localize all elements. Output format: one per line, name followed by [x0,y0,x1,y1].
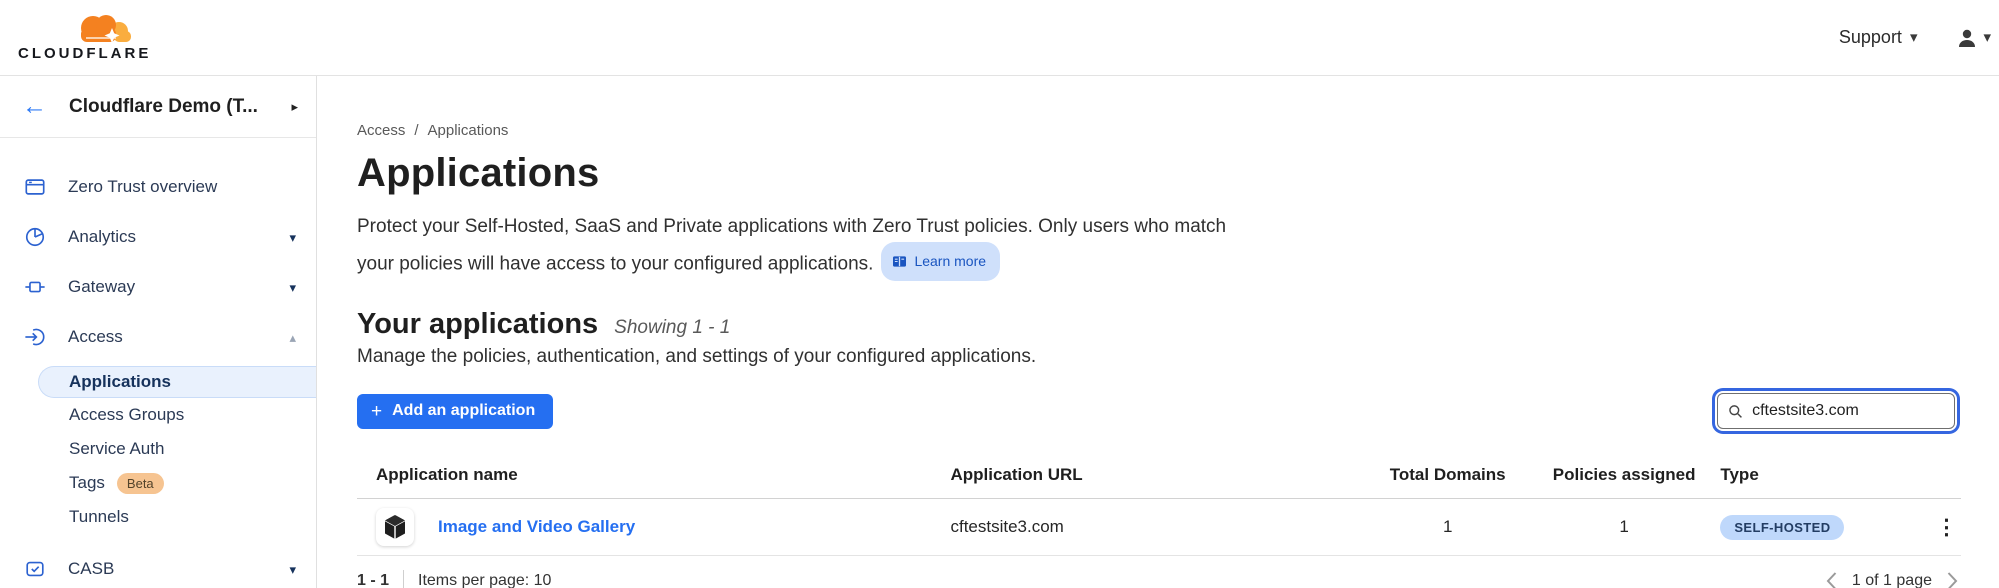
sidebar-item-label: Access [68,327,289,347]
type-badge: SELF-HOSTED [1720,515,1844,540]
column-policies-assigned: Policies assigned [1528,465,1720,485]
search-input[interactable] [1752,402,1944,420]
add-application-button[interactable]: + Add an application [357,394,553,429]
page-title: Applications [357,151,1961,196]
chevron-down-icon: ▾ [289,231,296,244]
account-switcher: ← Cloudflare Demo (T... ▸ [0,76,316,138]
toolbar: + Add an application [357,393,1961,429]
application-url-cell: cftestsite3.com [950,517,1367,537]
app-cube-icon [376,508,414,546]
section-subtitle: Manage the policies, authentication, and… [357,346,1961,368]
pager: 1 of 1 page [1825,571,1959,588]
chevron-down-icon: ▾ [1910,30,1918,45]
add-application-label: Add an application [392,402,535,420]
breadcrumb-access[interactable]: Access [357,122,405,139]
book-icon [892,255,907,268]
sidebar-item-tags[interactable]: Tags Beta [0,466,316,500]
sidebar-item-zero-trust-overview[interactable]: Zero Trust overview [0,162,316,212]
chevron-right-icon[interactable] [1946,571,1959,588]
access-login-icon [24,325,48,349]
page-indicator: 1 of 1 page [1852,572,1932,588]
chevron-down-icon: ▾ [289,563,296,576]
casb-shield-check-icon [24,557,48,581]
table-row: Image and Video Gallery cftestsite3.com … [357,499,1961,556]
sidebar-item-label: Service Auth [69,439,164,459]
access-subnav: Applications Access Groups Service Auth … [0,362,316,544]
breadcrumb: Access / Applications [357,122,1961,139]
sidebar-item-analytics[interactable]: Analytics ▾ [0,212,316,262]
section-title: Your applications [357,308,598,341]
search-icon [1728,403,1743,420]
sidebar-item-label: Applications [69,372,171,392]
overview-window-icon [24,175,48,199]
chevron-up-icon: ▴ [289,331,296,344]
sidebar-item-gateway[interactable]: Gateway ▾ [0,262,316,312]
showing-count: Showing 1 - 1 [614,317,730,339]
items-per-page: Items per page: 10 [418,572,551,588]
sidebar-item-label: Zero Trust overview [68,177,296,197]
plus-icon: + [371,402,382,421]
sidebar-nav: Zero Trust overview Analytics ▾ [0,138,316,588]
search-box [1717,393,1955,429]
sidebar-item-label: CASB [68,559,289,579]
applications-table: Application name Application URL Total D… [357,465,1961,588]
sidebar: ← Cloudflare Demo (T... ▸ Zero Trust ove… [0,76,317,588]
cloudflare-logo-text: CLOUDFLARE [18,45,151,62]
user-icon [1955,26,1979,50]
account-title: Cloudflare Demo (T... [69,96,291,118]
sidebar-item-applications[interactable]: Applications [38,366,316,398]
application-link[interactable]: Image and Video Gallery [438,517,635,537]
main-content: Access / Applications Applications Prote… [317,76,1999,588]
column-total-domains: Total Domains [1368,465,1528,485]
divider [403,570,404,588]
learn-more-button[interactable]: Learn more [881,242,1000,281]
table-footer: 1 - 1 Items per page: 10 1 of 1 page [357,570,1961,588]
items-range: 1 - 1 [357,572,389,588]
column-application-url: Application URL [950,465,1367,485]
table-header-row: Application name Application URL Total D… [357,465,1961,499]
kebab-menu-icon[interactable]: ⋮ [1936,516,1961,539]
top-header: CLOUDFLARE Support ▾ ▾ [0,0,1999,76]
chevron-right-icon[interactable]: ▸ [291,99,298,115]
gateway-icon [24,275,48,299]
chevron-down-icon: ▾ [289,281,296,294]
learn-more-label: Learn more [914,246,986,276]
chevron-left-icon[interactable] [1825,571,1838,588]
sidebar-item-access[interactable]: Access ▴ [0,312,316,362]
beta-badge: Beta [117,473,164,494]
support-menu[interactable]: Support ▾ [1839,27,1918,48]
pie-chart-icon [24,225,48,249]
policies-assigned-cell: 1 [1528,517,1720,537]
sidebar-item-label: Gateway [68,277,289,297]
sidebar-item-casb[interactable]: CASB ▾ [0,544,316,588]
sidebar-item-label: Tags [69,473,105,493]
support-label: Support [1839,27,1902,48]
sidebar-item-access-groups[interactable]: Access Groups [0,398,316,432]
breadcrumb-separator: / [414,122,418,139]
sidebar-item-label: Access Groups [69,405,184,425]
chevron-down-icon: ▾ [1983,30,1991,45]
back-arrow-icon[interactable]: ← [22,94,47,119]
sidebar-item-label: Analytics [68,227,289,247]
cloudflare-cloud-icon [72,13,136,44]
sidebar-item-service-auth[interactable]: Service Auth [0,432,316,466]
column-application-name: Application name [357,465,950,485]
breadcrumb-applications[interactable]: Applications [428,122,509,139]
page-description: Protect your Self-Hosted, SaaS and Priva… [357,212,1237,281]
column-type: Type [1720,465,1912,485]
sidebar-item-tunnels[interactable]: Tunnels [0,500,316,534]
cloudflare-logo[interactable]: CLOUDFLARE [18,13,154,62]
user-menu[interactable]: ▾ [1955,26,1991,50]
total-domains-cell: 1 [1368,517,1528,537]
sidebar-item-label: Tunnels [69,507,129,527]
